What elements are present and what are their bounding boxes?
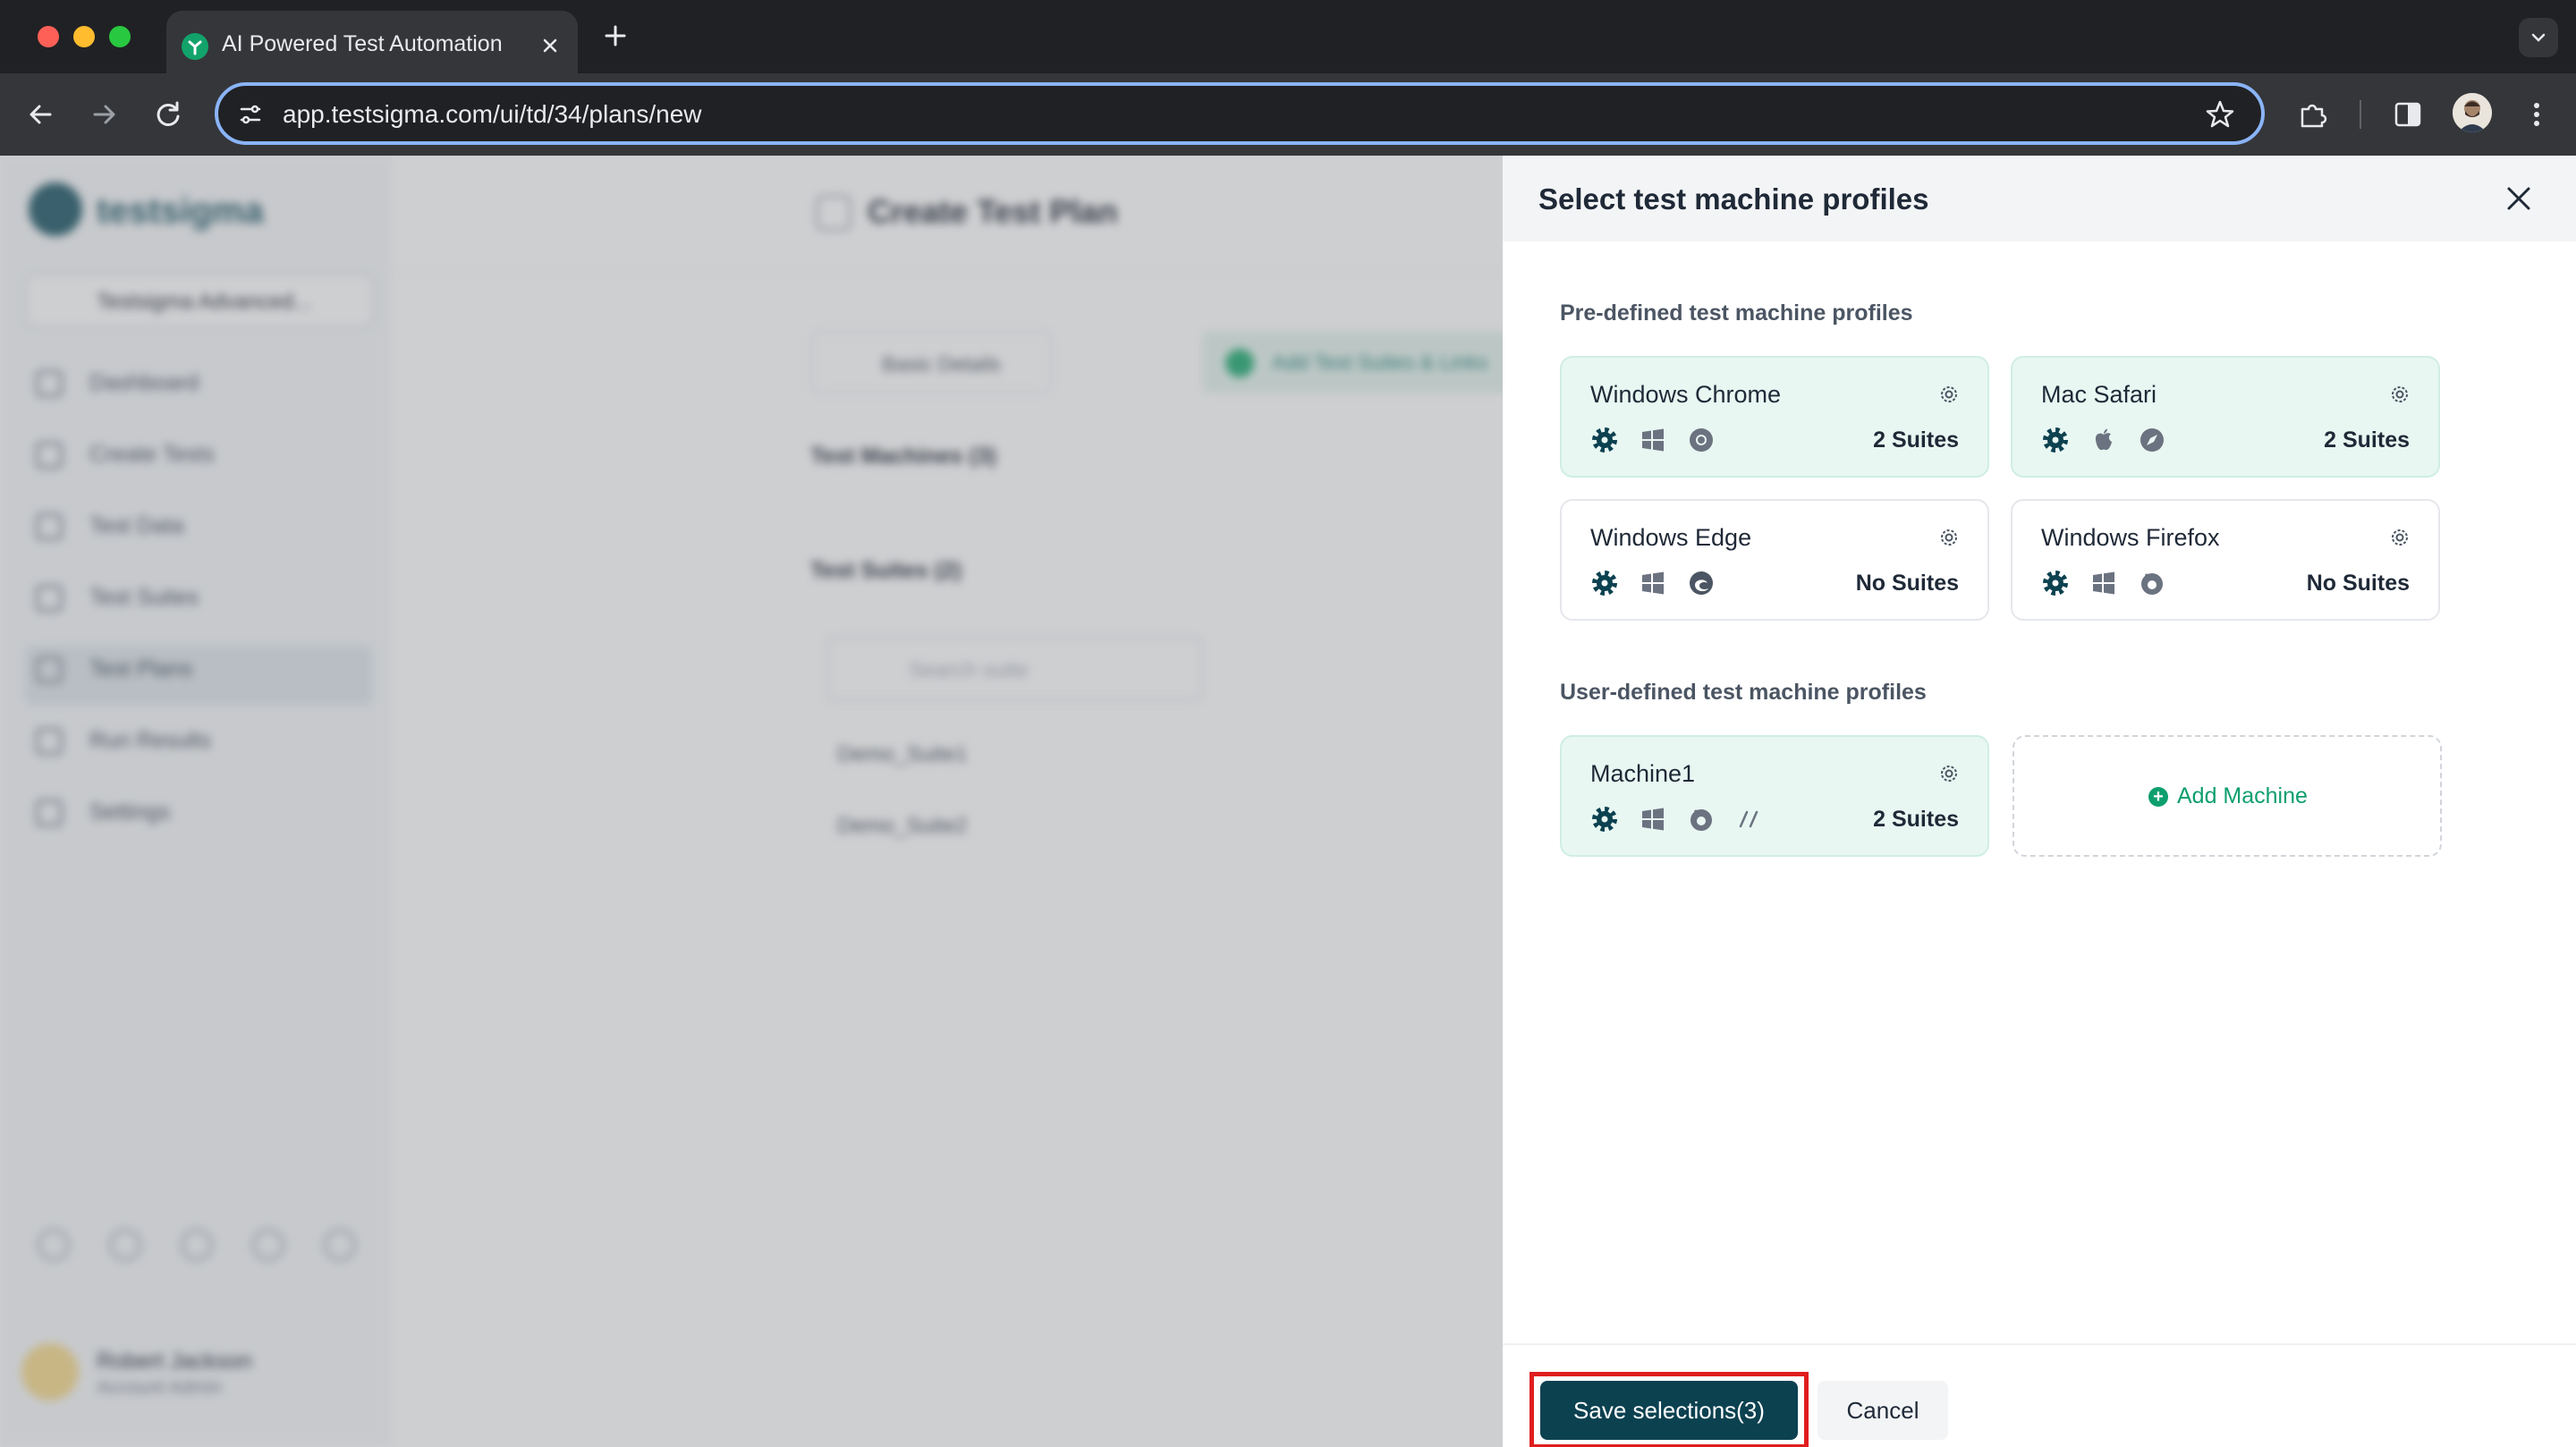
settings-icon bbox=[1592, 571, 1617, 596]
testsigma-favicon-icon bbox=[182, 33, 208, 60]
profile-card-mac-safari[interactable]: Mac Safari 2 Suites bbox=[2011, 356, 2440, 478]
predefined-section-label: Pre-defined test machine profiles bbox=[1560, 300, 1913, 326]
tab-search-button[interactable] bbox=[2519, 18, 2558, 57]
window-maximize-button[interactable] bbox=[109, 26, 131, 47]
tab-close-icon[interactable] bbox=[537, 32, 564, 59]
site-info-icon[interactable] bbox=[236, 100, 265, 129]
cancel-button[interactable]: Cancel bbox=[1818, 1381, 1948, 1440]
profile-avatar[interactable] bbox=[2453, 93, 2492, 132]
profile-card-machine1[interactable]: Machine1 2 Suites bbox=[1560, 735, 1989, 857]
profile-name: Mac Safari bbox=[2041, 381, 2157, 408]
profile-settings-icon[interactable] bbox=[2388, 526, 2411, 549]
settings-icon bbox=[2043, 571, 2068, 596]
url-text: app.testsigma.com/ui/td/34/plans/new bbox=[283, 100, 702, 128]
profile-suites-count: 2 Suites bbox=[1873, 427, 1959, 453]
modal-overlay[interactable] bbox=[0, 156, 1503, 1447]
profile-name: Machine1 bbox=[1590, 760, 1696, 787]
window-close-button[interactable] bbox=[38, 26, 59, 47]
avatar-icon bbox=[2453, 93, 2492, 132]
firefox-icon bbox=[1690, 809, 1712, 831]
profile-suites-count: No Suites bbox=[2306, 571, 2410, 596]
forward-arrow-icon[interactable] bbox=[86, 97, 122, 132]
profile-settings-icon[interactable] bbox=[1937, 383, 1961, 406]
slash-icon bbox=[1739, 810, 1758, 828]
windows-icon bbox=[2093, 571, 2114, 595]
profile-name: Windows Edge bbox=[1590, 524, 1752, 551]
settings-icon bbox=[2043, 427, 2068, 453]
profile-card-windows-chrome[interactable]: Windows Chrome 2 Suites bbox=[1560, 356, 1989, 478]
browser-toolbar: app.testsigma.com/ui/td/34/plans/new bbox=[0, 73, 2576, 156]
profile-suites-count: 2 Suites bbox=[2324, 427, 2410, 453]
save-selections-button[interactable]: Save selections(3) bbox=[1540, 1381, 1798, 1440]
profile-settings-icon[interactable] bbox=[1937, 762, 1961, 785]
extensions-icon[interactable] bbox=[2295, 97, 2331, 132]
close-icon[interactable] bbox=[2501, 181, 2537, 216]
profile-name: Windows Firefox bbox=[2041, 524, 2220, 551]
windows-icon bbox=[1642, 428, 1664, 452]
drawer-title: Select test machine profiles bbox=[1538, 182, 1929, 216]
profile-card-windows-edge[interactable]: Windows Edge No Suites bbox=[1560, 499, 1989, 621]
firefox-icon bbox=[2141, 573, 2163, 595]
apple-icon bbox=[2095, 428, 2112, 451]
tab-title: AI Powered Test Automation bbox=[222, 31, 503, 56]
drawer-header: Select test machine profiles bbox=[1503, 156, 2576, 241]
windows-icon bbox=[1642, 571, 1664, 595]
chrome-icon bbox=[1690, 428, 1713, 452]
profile-settings-icon[interactable] bbox=[2388, 383, 2411, 406]
windows-icon bbox=[1642, 808, 1664, 831]
profile-settings-icon[interactable] bbox=[1937, 526, 1961, 549]
reload-icon[interactable] bbox=[150, 97, 186, 132]
chevron-down-icon bbox=[2531, 33, 2546, 42]
browser-menu-icon[interactable] bbox=[2519, 97, 2555, 132]
browser-tab[interactable]: AI Powered Test Automation bbox=[166, 11, 578, 73]
bookmark-star-icon[interactable] bbox=[2204, 98, 2236, 131]
userdefined-section-label: User-defined test machine profiles bbox=[1560, 680, 1927, 705]
select-machine-profiles-drawer: Select test machine profiles Pre-defined… bbox=[1503, 156, 2576, 1447]
new-tab-icon[interactable] bbox=[601, 21, 630, 50]
browser-tab-bar: AI Powered Test Automation bbox=[0, 0, 2576, 73]
safari-icon bbox=[2140, 428, 2164, 452]
settings-icon bbox=[1592, 807, 1617, 832]
edge-icon bbox=[1690, 571, 1713, 595]
profile-suites-count: No Suites bbox=[1855, 571, 1959, 596]
toolbar-divider bbox=[2360, 100, 2361, 129]
side-panel-icon[interactable] bbox=[2390, 97, 2426, 132]
back-arrow-icon[interactable] bbox=[23, 97, 59, 132]
add-machine-label: Add Machine bbox=[2177, 783, 2308, 808]
profile-card-windows-firefox[interactable]: Windows Firefox No Suites bbox=[2011, 499, 2440, 621]
drawer-footer: Save selections(3) Cancel bbox=[1503, 1343, 2576, 1447]
plus-circle-icon: + bbox=[2148, 786, 2168, 807]
profile-name: Windows Chrome bbox=[1590, 381, 1782, 408]
address-bar[interactable]: app.testsigma.com/ui/td/34/plans/new bbox=[215, 82, 2265, 145]
add-machine-card[interactable]: + Add Machine bbox=[2012, 735, 2442, 857]
window-minimize-button[interactable] bbox=[73, 26, 95, 47]
settings-icon bbox=[1592, 427, 1617, 453]
add-machine-button[interactable]: + Add Machine bbox=[2148, 783, 2308, 809]
profile-suites-count: 2 Suites bbox=[1873, 807, 1959, 832]
background-app: testsigma Testsigma Advanced... Dashboar… bbox=[0, 156, 1503, 1447]
